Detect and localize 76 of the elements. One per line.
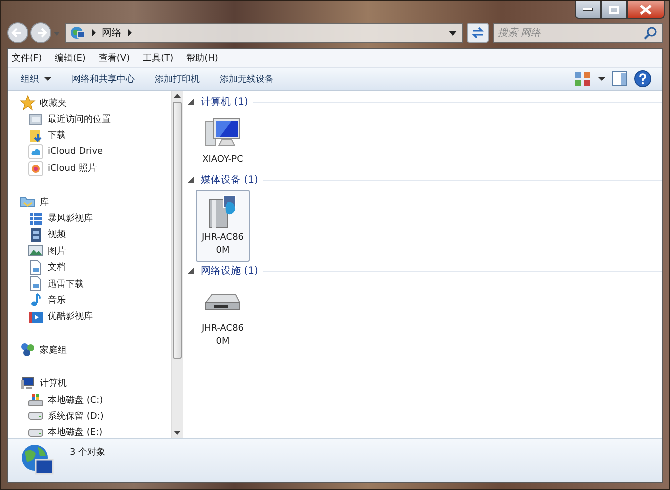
sidebar-item[interactable]: 迅雷下载 bbox=[8, 276, 171, 292]
toolbar-button[interactable]: 添加打印机 bbox=[148, 70, 207, 88]
sidebar-item[interactable]: 音乐 bbox=[8, 292, 171, 309]
menu-item[interactable]: 编辑(E) bbox=[55, 52, 86, 64]
sidebar-item[interactable]: 文档 bbox=[8, 260, 171, 276]
sidebar-item[interactable]: iCloud Drive bbox=[8, 144, 171, 161]
collapse-icon[interactable] bbox=[188, 267, 196, 275]
menu-item[interactable]: 帮助(H) bbox=[186, 52, 218, 64]
caret-icon bbox=[44, 75, 52, 83]
sidebar-item[interactable]: 最近访问的位置 bbox=[8, 111, 171, 128]
grid-icon bbox=[28, 210, 44, 227]
breadcrumb-arrow-icon[interactable] bbox=[126, 26, 134, 40]
document-icon bbox=[28, 260, 44, 276]
scrollbar-thumb[interactable] bbox=[173, 102, 182, 359]
maximize-button[interactable] bbox=[601, 1, 627, 19]
sidebar-item[interactable]: 本地磁盘 (E:) bbox=[8, 424, 171, 438]
photos-icon bbox=[28, 160, 44, 177]
sidebar-item[interactable]: 暴风影视库 bbox=[8, 210, 171, 227]
sidebar-item[interactable]: iCloud 照片 bbox=[8, 160, 171, 177]
toolbar-button[interactable]: 组织 bbox=[14, 70, 59, 88]
collapse-icon[interactable] bbox=[188, 176, 196, 184]
cloud-icon bbox=[28, 144, 44, 160]
back-button[interactable] bbox=[7, 22, 29, 44]
sidebar-item[interactable]: 库 bbox=[8, 194, 171, 210]
minimize-button[interactable] bbox=[575, 1, 601, 19]
film-icon bbox=[28, 226, 44, 243]
drive-icon bbox=[28, 412, 44, 420]
sidebar-item[interactable]: 收藏夹 bbox=[8, 95, 171, 112]
close-icon bbox=[640, 4, 652, 14]
toolbar-button[interactable]: 添加无线设备 bbox=[213, 70, 281, 88]
network-icon bbox=[70, 25, 86, 41]
computer-icon bbox=[20, 376, 36, 392]
collapse-icon[interactable] bbox=[188, 98, 196, 106]
sidebar-item[interactable]: 家庭组 bbox=[8, 342, 171, 358]
homegroup-icon bbox=[20, 342, 36, 358]
network-device-item[interactable]: JHR-AC860M bbox=[196, 190, 250, 262]
menu-item[interactable]: 文件(F) bbox=[12, 52, 42, 64]
document-icon bbox=[28, 276, 44, 292]
minimize-icon bbox=[583, 8, 593, 11]
group-header[interactable]: 计算机 (1) bbox=[201, 95, 248, 109]
help-icon[interactable] bbox=[634, 70, 652, 88]
menu-item[interactable]: 工具(T) bbox=[143, 52, 174, 64]
status-text: 3 个对象 bbox=[70, 446, 106, 459]
forward-button[interactable] bbox=[30, 22, 52, 44]
caret-icon[interactable] bbox=[598, 75, 606, 83]
sidebar-item[interactable]: 优酷影视库 bbox=[8, 308, 171, 326]
sidebar-item[interactable]: 图片 bbox=[8, 243, 171, 260]
view-options-icon[interactable] bbox=[574, 71, 592, 87]
toolbar-button[interactable]: 网络和共享中心 bbox=[65, 70, 142, 88]
breadcrumb-arrow-icon[interactable] bbox=[90, 26, 98, 40]
sidebar-item[interactable]: 本地磁盘 (C:) bbox=[8, 392, 171, 408]
drive-icon bbox=[28, 428, 44, 437]
refresh-button[interactable] bbox=[467, 23, 489, 43]
sidebar-item[interactable]: 计算机 bbox=[8, 375, 171, 392]
menu-item[interactable]: 查看(V) bbox=[98, 52, 130, 64]
scrollbar[interactable] bbox=[171, 91, 183, 438]
system-drive-icon bbox=[28, 392, 44, 408]
group-header[interactable]: 网络设施 (1) bbox=[201, 264, 258, 278]
preview-pane-icon[interactable] bbox=[612, 71, 628, 87]
maximize-icon bbox=[609, 6, 619, 14]
sidebar-item[interactable]: 下载 bbox=[8, 128, 171, 144]
search-icon[interactable] bbox=[644, 26, 658, 40]
network-device-item[interactable]: JHR-AC860M bbox=[196, 281, 250, 353]
download-folder-icon bbox=[28, 128, 44, 144]
search-field[interactable]: 搜索 网络 bbox=[493, 23, 663, 43]
picture-icon bbox=[28, 243, 44, 260]
recent-places-icon bbox=[28, 112, 44, 128]
close-button[interactable] bbox=[627, 1, 665, 19]
group-header[interactable]: 媒体设备 (1) bbox=[201, 173, 258, 187]
sidebar-item[interactable]: 系统保留 (D:) bbox=[8, 408, 171, 425]
sidebar-item[interactable]: 视频 bbox=[8, 226, 171, 244]
address-bar[interactable]: 网络 bbox=[65, 23, 463, 43]
breadcrumb[interactable]: 网络 bbox=[102, 26, 122, 40]
network-device-item[interactable]: XIAOY-PC bbox=[196, 112, 250, 171]
network-icon bbox=[20, 442, 56, 478]
star-icon bbox=[20, 95, 36, 112]
